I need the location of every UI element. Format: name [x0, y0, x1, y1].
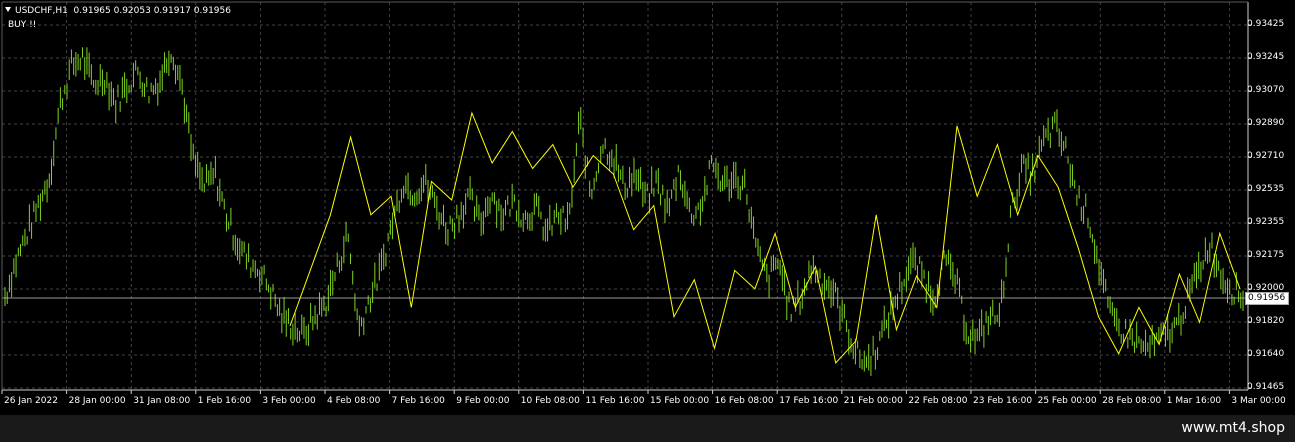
time-tick-label: 22 Feb 08:00 [908, 396, 968, 406]
time-tick-label: 31 Jan 08:00 [133, 396, 191, 406]
price-tick-label: 0.92355 [1247, 217, 1285, 227]
time-tick-label: 1 Mar 16:00 [1166, 396, 1222, 406]
zigzag-indicator [289, 111, 1241, 365]
time-tick-label: 1 Feb 16:00 [197, 396, 252, 406]
time-tick-label: 28 Jan 00:00 [68, 396, 126, 406]
symbol-line: USDCHF,H1 0.91965 0.92053 0.91917 0.9195… [15, 6, 231, 16]
time-tick-label: 7 Feb 16:00 [391, 396, 445, 406]
symbol-header: USDCHF,H1 0.91965 0.92053 0.91917 0.9195… [5, 6, 231, 17]
chart-window[interactable]: USDCHF,H1 0.91965 0.92053 0.91917 0.9195… [0, 0, 1295, 415]
price-tick-label: 0.91820 [1247, 316, 1285, 326]
signal-label: BUY !! [8, 20, 37, 30]
price-tick-label: 0.92710 [1247, 151, 1285, 161]
time-tick-label: 16 Feb 08:00 [714, 396, 774, 406]
price-tick-label: 0.91640 [1247, 349, 1285, 359]
price-tick-label: 0.92175 [1247, 250, 1285, 260]
time-tick-label: 26 Jan 2022 [4, 396, 58, 406]
time-tick-label: 28 Feb 08:00 [1102, 396, 1162, 406]
time-tick-label: 21 Feb 00:00 [843, 396, 903, 406]
time-tick-label: 25 Feb 00:00 [1037, 396, 1097, 406]
price-chart[interactable] [0, 0, 1295, 415]
price-tick-label: 0.91465 [1247, 382, 1285, 392]
time-tick-label: 9 Feb 00:00 [456, 396, 510, 406]
time-tick-label: 3 Mar 00:00 [1231, 396, 1286, 406]
dropdown-triangle-icon[interactable] [5, 7, 11, 12]
price-tick-label: 0.92890 [1247, 118, 1285, 128]
price-tick-label: 0.92535 [1247, 184, 1285, 194]
zigzag-line [289, 111, 1241, 365]
time-tick-label: 3 Feb 00:00 [262, 396, 316, 406]
brand-watermark: www.mt4.shop [1181, 420, 1285, 436]
time-tick-label: 17 Feb 16:00 [779, 396, 839, 406]
time-tick-label: 11 Feb 16:00 [585, 396, 645, 406]
time-tick-label: 15 Feb 00:00 [650, 396, 710, 406]
time-tick-label: 23 Feb 16:00 [973, 396, 1033, 406]
time-tick-label: 4 Feb 08:00 [327, 396, 381, 406]
price-candles [4, 47, 1244, 376]
price-tick-label: 0.93425 [1247, 19, 1285, 29]
current-price-tag: 0.91956 [1245, 292, 1289, 305]
price-tick-label: 0.93070 [1247, 85, 1285, 95]
price-tick-label: 0.93245 [1247, 52, 1285, 62]
time-tick-label: 10 Feb 08:00 [520, 396, 580, 406]
footer-bar: www.mt4.shop [0, 415, 1295, 442]
